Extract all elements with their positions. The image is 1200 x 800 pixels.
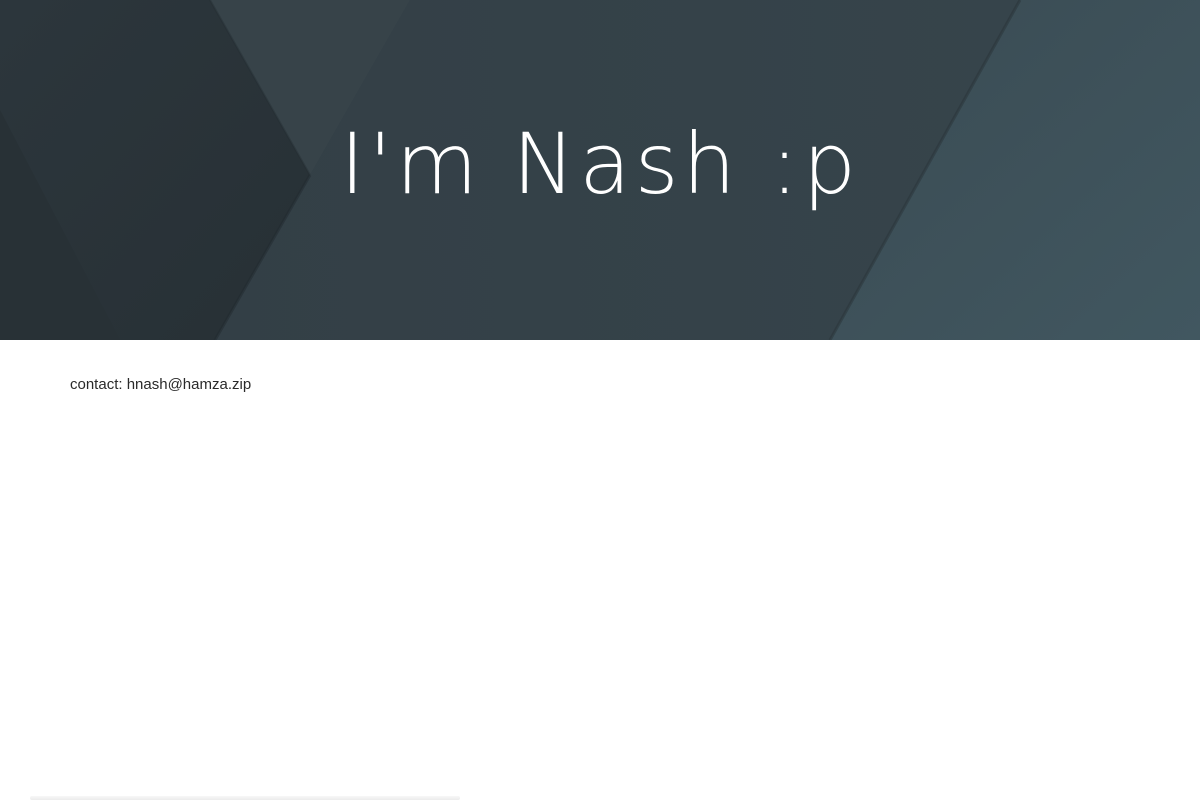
contact-text: contact: hnash@hamza.zip [70,376,252,393]
hero-banner: I'm Nash :p [0,0,1200,340]
page-title: I'm Nash :p [339,115,861,213]
main-content: contact: hnash@hamza.zip [0,340,1200,393]
bottom-shadow-divider [30,796,460,800]
